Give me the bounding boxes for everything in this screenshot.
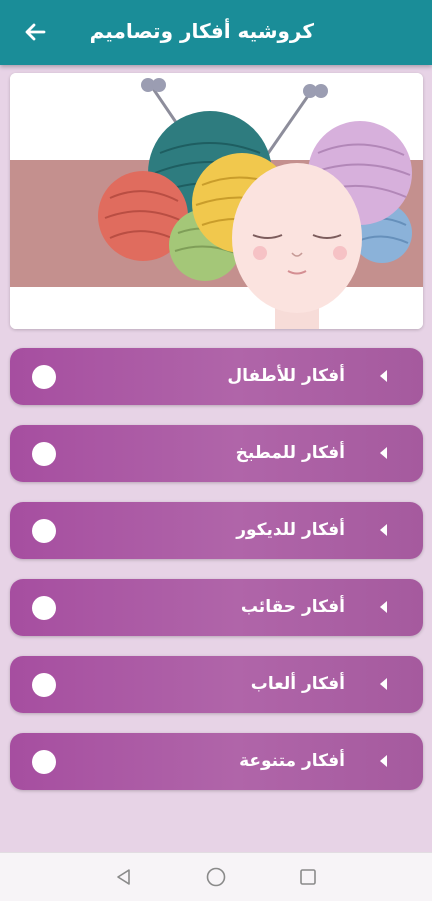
- menu-item-label: أفكار ألعاب: [250, 674, 345, 694]
- menu-item-label: أفكار حقائب: [240, 597, 345, 617]
- back-arrow-icon[interactable]: [20, 17, 50, 47]
- triangle-left-icon: [380, 370, 387, 382]
- triangle-left-icon: [380, 755, 387, 767]
- circle-dot-icon: [32, 596, 56, 620]
- circle-dot-icon: [32, 519, 56, 543]
- menu-item-label: أفكار للديكور: [236, 520, 345, 540]
- nav-home-circle-icon[interactable]: [186, 853, 246, 901]
- triangle-left-icon: [380, 524, 387, 536]
- menu-item-decor[interactable]: أفكار للديكور: [10, 502, 423, 559]
- circle-dot-icon: [32, 750, 56, 774]
- circle-dot-icon: [32, 673, 56, 697]
- page-title: كروشيه أفكار وتصاميم: [89, 19, 314, 43]
- menu-item-kitchen[interactable]: أفكار للمطبخ: [10, 425, 423, 482]
- menu-item-toys[interactable]: أفكار ألعاب: [10, 656, 423, 713]
- hero-image-card: [10, 73, 423, 329]
- nav-back-triangle-icon[interactable]: [94, 853, 154, 901]
- menu-item-bags[interactable]: أفكار حقائب: [10, 579, 423, 636]
- menu-item-label: أفكار متنوعة: [239, 751, 345, 771]
- yarn-balls-head-illustration: [10, 73, 423, 329]
- menu-item-label: أفكار للمطبخ: [235, 443, 345, 463]
- menu-item-kids[interactable]: أفكار للأطفال: [10, 348, 423, 405]
- circle-dot-icon: [32, 365, 56, 389]
- menu-item-label: أفكار للأطفال: [227, 366, 345, 386]
- triangle-left-icon: [380, 601, 387, 613]
- triangle-left-icon: [380, 678, 387, 690]
- circle-dot-icon: [32, 442, 56, 466]
- app-bar: كروشيه أفكار وتصاميم: [0, 0, 432, 65]
- triangle-left-icon: [380, 447, 387, 459]
- menu-item-various[interactable]: أفكار متنوعة: [10, 733, 423, 790]
- system-navigation-bar: [0, 852, 432, 901]
- nav-recents-square-icon[interactable]: [278, 853, 338, 901]
